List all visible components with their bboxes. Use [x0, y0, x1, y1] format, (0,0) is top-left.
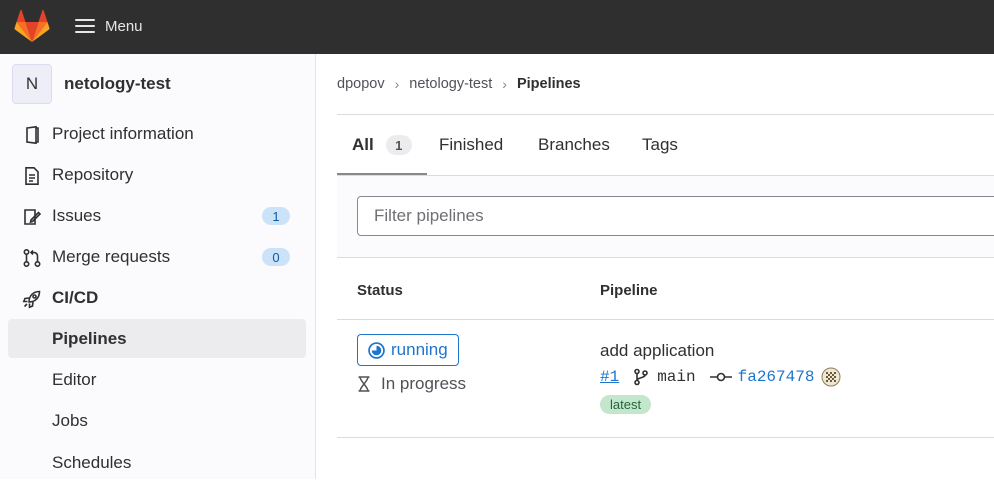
pipeline-status-badge[interactable]: running: [357, 334, 459, 366]
sidebar-item-label: Repository: [52, 165, 134, 184]
sidebar-item-repository[interactable]: Repository: [8, 155, 306, 195]
sidebar-subitem-label: Jobs: [52, 411, 88, 430]
sidebar-item-issues[interactable]: Issues 1: [8, 196, 306, 236]
commit-sha-link[interactable]: fa267478: [738, 368, 815, 386]
commit-icon: [709, 372, 732, 382]
merge-requests-count-badge: 0: [262, 248, 290, 266]
column-header-status: Status: [357, 282, 403, 299]
column-header-pipeline: Pipeline: [600, 282, 658, 299]
sidebar-subitem-label: Pipelines: [52, 329, 127, 348]
tab-count-badge: 1: [385, 135, 412, 155]
latest-badge: latest: [600, 395, 652, 414]
hamburger-icon: [75, 19, 95, 33]
pipeline-duration: In progress: [357, 374, 466, 394]
branch-icon: [634, 368, 649, 386]
breadcrumb: dpopov › netology-test › Pipelines: [337, 76, 581, 92]
sidebar-subitem-label: Schedules: [52, 453, 132, 472]
sidebar-item-label: Issues: [52, 206, 102, 225]
rocket-icon: [22, 290, 41, 309]
hourglass-icon: [358, 376, 370, 392]
tab-label: Tags: [642, 135, 678, 154]
breadcrumb-item-project[interactable]: netology-test: [409, 76, 492, 92]
breadcrumb-item-current[interactable]: Pipelines: [517, 76, 581, 92]
tab-label: Finished: [439, 135, 504, 154]
menu-label: Menu: [105, 17, 143, 35]
chevron-right-icon: ›: [502, 76, 507, 92]
chevron-right-icon: ›: [394, 76, 400, 92]
sidebar: N netology-test Project information Repo…: [0, 54, 316, 479]
issues-icon: [24, 209, 42, 225]
issues-count-badge: 1: [262, 207, 290, 225]
status-running-icon: [368, 341, 385, 359]
divider: [337, 319, 994, 320]
sidebar-subitem-schedules[interactable]: Schedules: [8, 443, 306, 482]
document-icon: [25, 167, 39, 185]
project-header[interactable]: N netology-test: [12, 64, 171, 104]
branch-name[interactable]: main: [657, 368, 695, 386]
tab-tags[interactable]: Tags: [642, 115, 678, 175]
sidebar-item-ci-cd[interactable]: CI/CD: [8, 278, 306, 318]
sidebar-item-label: Project information: [52, 124, 194, 143]
tab-all[interactable]: All 1: [337, 115, 427, 175]
filter-bar: [337, 176, 994, 258]
user-avatar-icon[interactable]: [821, 367, 841, 387]
tab-finished[interactable]: Finished: [439, 115, 503, 175]
top-bar: Menu: [0, 0, 994, 54]
sidebar-subitem-editor[interactable]: Editor: [8, 360, 306, 399]
sidebar-item-label: Merge requests: [52, 247, 171, 266]
project-name: netology-test: [64, 74, 171, 93]
menu-button[interactable]: Menu: [75, 12, 143, 40]
filter-pipelines-input[interactable]: [357, 196, 994, 236]
breadcrumb-item-user[interactable]: dpopov: [337, 76, 385, 92]
tab-label: All: [352, 135, 374, 154]
gitlab-logo-icon[interactable]: [14, 9, 50, 43]
sidebar-subitem-label: Editor: [52, 370, 97, 389]
merge-request-icon: [23, 248, 41, 268]
pipeline-meta: #1 main fa267478: [600, 367, 841, 387]
sidebar-subitem-pipelines[interactable]: Pipelines: [8, 319, 306, 358]
status-label: running: [391, 340, 448, 359]
tab-branches[interactable]: Branches: [538, 115, 610, 175]
pipeline-id-link[interactable]: #1: [600, 368, 619, 386]
sidebar-subitem-jobs[interactable]: Jobs: [8, 401, 306, 440]
commit-title[interactable]: add application: [600, 341, 714, 361]
tab-label: Branches: [538, 135, 610, 154]
sidebar-item-merge-requests[interactable]: Merge requests 0: [8, 237, 306, 277]
sidebar-item-label: CI/CD: [52, 288, 99, 307]
project-avatar: N: [12, 64, 52, 104]
pipeline-tabs: All 1 Finished Branches Tags: [337, 115, 994, 175]
sidebar-item-project-information[interactable]: Project information: [8, 114, 306, 154]
divider: [337, 437, 994, 438]
duration-text: In progress: [381, 374, 467, 393]
project-icon: [26, 125, 39, 145]
